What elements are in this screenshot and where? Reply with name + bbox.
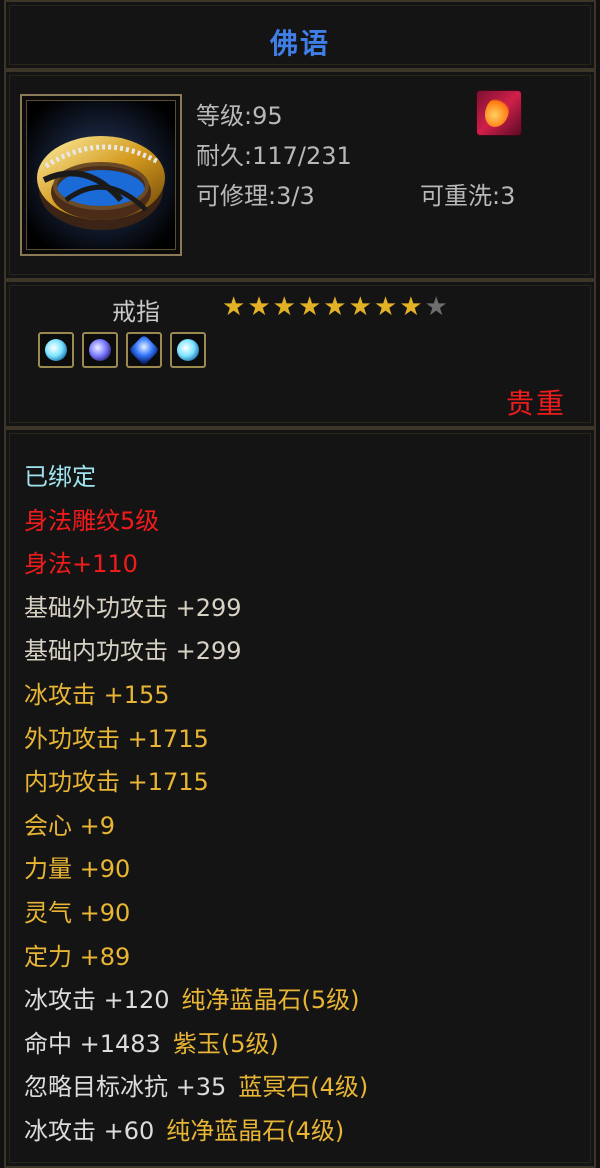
- rarity-label: 贵重: [505, 387, 566, 420]
- gem-name-text: 纯净蓝晶石(5级): [181, 986, 360, 1015]
- star-filled-icon: ★: [348, 292, 374, 322]
- attribute-line: 冰攻击 +155: [24, 680, 170, 709]
- gem-name-text: 紫玉(5级): [172, 1029, 279, 1058]
- star-rating: ★★★★★★★★★: [222, 292, 450, 322]
- item-type-section: 戒指 ★★★★★★★★★ 贵重: [4, 280, 596, 428]
- cyan-gem-icon: [38, 332, 74, 368]
- star-filled-icon: ★: [399, 292, 425, 322]
- attribute-line: 身法雕纹5级: [24, 506, 160, 535]
- item-name: 佛语: [269, 27, 330, 60]
- attribute-line: 基础外功攻击 +299: [24, 593, 242, 622]
- item-type-label: 戒指: [112, 298, 160, 326]
- gem-stat-text: 忽略目标冰抗 +35: [24, 1073, 227, 1102]
- star-filled-icon: ★: [222, 292, 248, 322]
- cyan-gem-icon: [170, 332, 206, 368]
- gem-attribute-line: 冰攻击 +60 纯净蓝晶石(4级): [24, 1110, 368, 1154]
- flame-icon: [476, 90, 522, 136]
- gem-slots: [38, 332, 214, 372]
- purple-gem-icon: [82, 332, 118, 368]
- rewash-count-text: 可重洗:3: [420, 182, 516, 210]
- item-icon-frame: [20, 94, 182, 256]
- blue-gem-icon: [126, 332, 162, 368]
- star-empty-icon: ★: [424, 292, 450, 322]
- durability-text: 耐久:117/231: [196, 142, 352, 170]
- star-filled-icon: ★: [297, 292, 324, 322]
- gem-attribute-line: 命中 +1483 紫玉(5级): [24, 1023, 368, 1067]
- ring-icon: [26, 100, 176, 250]
- gem-stat-text: 命中 +1483: [24, 1029, 161, 1058]
- attribute-line: 会心 +9: [24, 811, 116, 840]
- gem-stat-text: 冰攻击 +120: [24, 986, 170, 1015]
- gem-name-text: 蓝冥石(4级): [238, 1073, 369, 1102]
- level-text: 等级:95: [196, 102, 283, 130]
- gem-stat-text: 冰攻击 +60: [24, 1116, 155, 1145]
- repair-count-text: 可修理:3/3: [196, 182, 315, 210]
- attribute-line: 内功攻击 +1715: [24, 768, 209, 797]
- attribute-line: 基础内功攻击 +299: [24, 637, 242, 666]
- attributes-section: 已绑定身法雕纹5级 身法+110 基础外功攻击 +299 基础内功攻击 +299 冰攻击…: [4, 428, 596, 1168]
- attribute-line: 已绑定: [24, 463, 96, 491]
- star-filled-icon: ★: [323, 292, 349, 322]
- gem-name-text: 纯净蓝晶石(4级): [166, 1116, 345, 1145]
- star-filled-icon: ★: [247, 292, 273, 322]
- star-filled-icon: ★: [373, 292, 400, 322]
- star-filled-icon: ★: [272, 292, 298, 322]
- tooltip-title-bar: 佛语: [4, 0, 596, 70]
- gem-attribute-line: 忽略目标冰抗 +35 蓝冥石(4级): [24, 1066, 368, 1110]
- gem-attribute-line: 冰攻击 +120 纯净蓝晶石(5级): [24, 979, 368, 1023]
- attribute-line: 外功攻击 +1715: [24, 724, 209, 753]
- attribute-line: 身法+110: [24, 550, 138, 579]
- attribute-line: 力量 +90: [24, 855, 131, 884]
- item-info-section: 等级:95 耐久:117/231 可修理:3/3 可重洗:3: [4, 70, 596, 280]
- attribute-line: 定力 +89: [24, 942, 131, 971]
- attribute-line: 灵气 +90: [24, 898, 131, 927]
- attribute-list: 已绑定身法雕纹5级 身法+110 基础外功攻击 +299 基础内功攻击 +299 冰攻击…: [24, 456, 368, 1154]
